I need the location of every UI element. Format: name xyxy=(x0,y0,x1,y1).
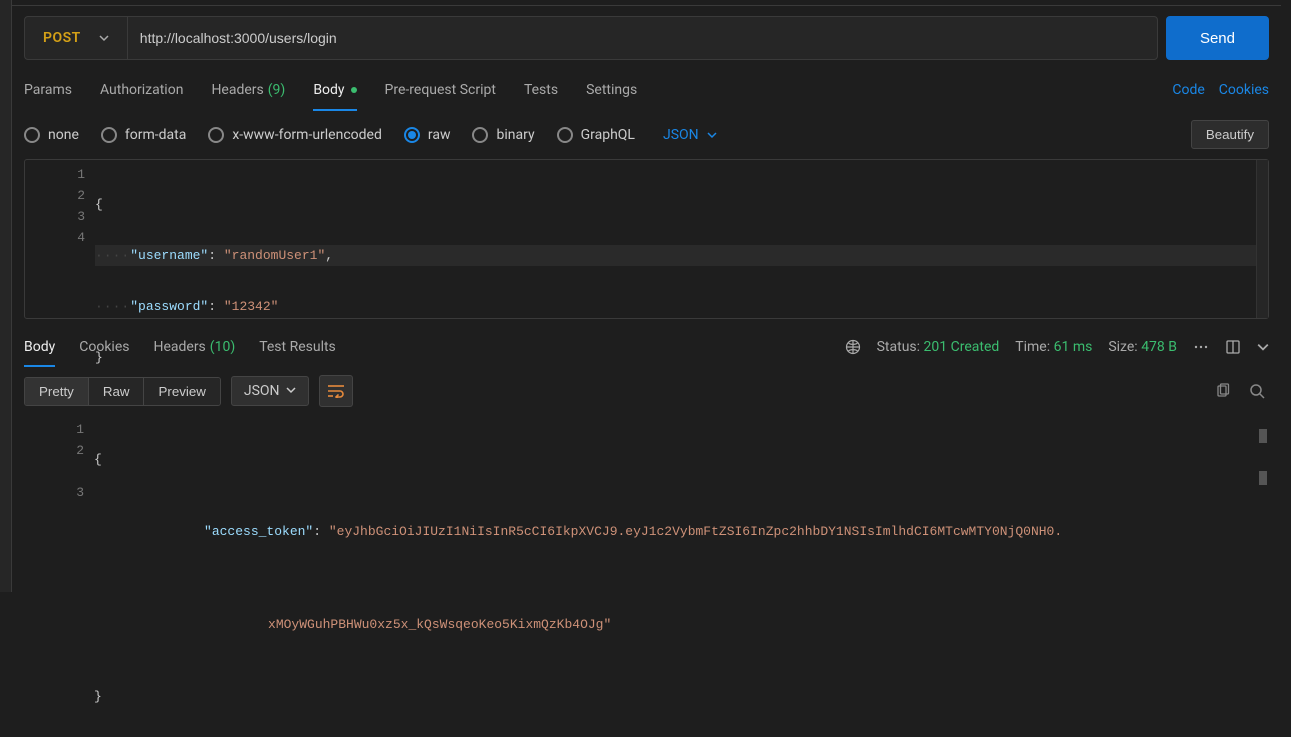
chevron-down-icon xyxy=(99,33,109,43)
cookies-link[interactable]: Cookies xyxy=(1219,82,1269,98)
beautify-button[interactable]: Beautify xyxy=(1191,120,1269,149)
code-link[interactable]: Code xyxy=(1172,82,1204,98)
resp-headers-count: (10) xyxy=(210,339,235,355)
url-input[interactable] xyxy=(128,17,1157,59)
send-button[interactable]: Send xyxy=(1166,16,1269,60)
tab-prerequest[interactable]: Pre-request Script xyxy=(385,70,496,110)
radio-icon xyxy=(404,127,420,143)
chevron-down-icon[interactable] xyxy=(1257,341,1269,353)
request-body-editor[interactable]: 1 2 3 4 { ····"username": "randomUser1",… xyxy=(24,159,1269,319)
resp-tab-cookies[interactable]: Cookies xyxy=(79,335,129,359)
method-select[interactable]: POST xyxy=(25,17,128,59)
radio-icon xyxy=(557,127,573,143)
body-type-row: none form-data x-www-form-urlencoded raw… xyxy=(12,110,1281,159)
tab-settings[interactable]: Settings xyxy=(586,70,637,110)
code-area[interactable]: { "access_token": "eyJhbGciOiJIUzI1NiIsI… xyxy=(94,415,1269,555)
tab-tests[interactable]: Tests xyxy=(524,70,558,110)
radio-none[interactable]: none xyxy=(24,127,79,143)
tab-body[interactable]: Body xyxy=(313,70,356,110)
radio-icon xyxy=(472,127,488,143)
radio-formdata[interactable]: form-data xyxy=(101,127,186,143)
response-body-editor[interactable]: 1 2 3 { "access_token": "eyJhbGciOiJIUzI… xyxy=(24,415,1269,555)
request-row: POST Send xyxy=(12,6,1281,70)
radio-icon xyxy=(24,127,40,143)
line-gutter: 1 2 3 xyxy=(24,415,94,555)
chevron-down-icon xyxy=(707,130,717,140)
radio-raw[interactable]: raw xyxy=(404,127,451,143)
code-area[interactable]: { ····"username": "randomUser1", ····"pa… xyxy=(95,160,1256,318)
left-gutter xyxy=(0,0,12,592)
radio-binary[interactable]: binary xyxy=(472,127,534,143)
body-format-dropdown[interactable]: JSON xyxy=(663,127,717,143)
minimap xyxy=(1256,160,1268,318)
body-modified-dot xyxy=(351,87,357,93)
radio-icon xyxy=(101,127,117,143)
resp-tab-testresults[interactable]: Test Results xyxy=(259,335,336,359)
headers-count: (9) xyxy=(268,82,286,98)
request-tabs: Params Authorization Headers (9) Body Pr… xyxy=(12,70,1281,110)
tab-params[interactable]: Params xyxy=(24,70,72,110)
radio-icon xyxy=(208,127,224,143)
view-pretty[interactable]: Pretty xyxy=(25,378,89,405)
resp-tab-body[interactable]: Body xyxy=(24,335,55,359)
radio-graphql[interactable]: GraphQL xyxy=(557,127,635,143)
tab-authorization[interactable]: Authorization xyxy=(100,70,183,110)
radio-urlencoded[interactable]: x-www-form-urlencoded xyxy=(208,127,382,143)
resp-tab-headers[interactable]: Headers (10) xyxy=(153,335,235,359)
method-label: POST xyxy=(43,30,81,46)
tab-headers[interactable]: Headers (9) xyxy=(211,70,285,110)
url-box: POST xyxy=(24,16,1158,60)
scrollbar[interactable] xyxy=(1259,415,1269,499)
line-gutter: 1 2 3 4 xyxy=(25,160,95,318)
